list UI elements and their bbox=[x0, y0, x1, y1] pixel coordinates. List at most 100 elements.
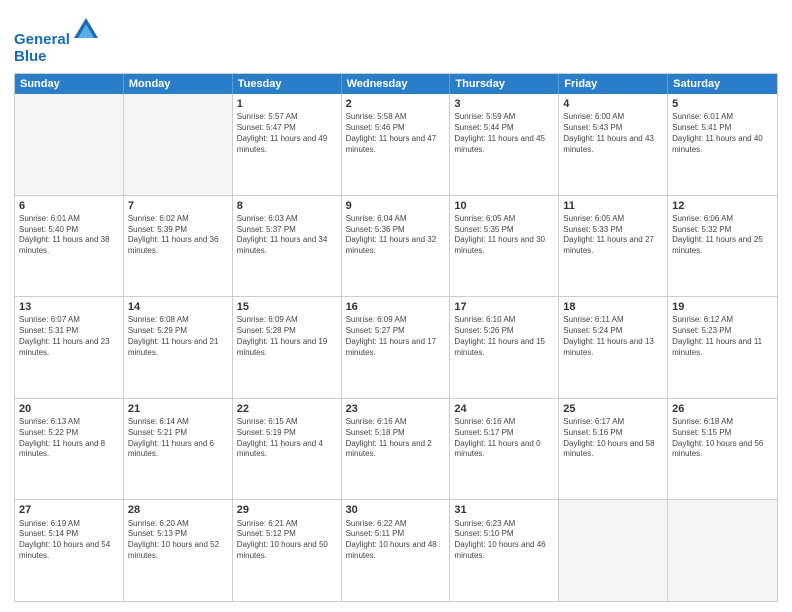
logo-general: General bbox=[14, 31, 70, 48]
day-info: Sunrise: 6:23 AM Sunset: 5:10 PM Dayligh… bbox=[454, 519, 554, 562]
day-number: 29 bbox=[237, 503, 337, 517]
calendar-cell: 27 Sunrise: 6:19 AM Sunset: 5:14 PM Dayli… bbox=[15, 500, 124, 601]
calendar-cell: 11Sunrise: 6:05 AM Sunset: 5:33 PM Dayli… bbox=[559, 196, 668, 297]
day-info: Sunrise: 6:01 AM Sunset: 5:40 PM Dayligh… bbox=[19, 214, 119, 257]
day-info: Sunrise: 6:21 AM Sunset: 5:12 PM Dayligh… bbox=[237, 519, 337, 562]
day-number: 27 bbox=[19, 503, 119, 517]
day-info: Sunrise: 5:58 AM Sunset: 5:46 PM Dayligh… bbox=[346, 112, 446, 155]
day-number: 25 bbox=[563, 402, 663, 416]
day-info: Sunrise: 6:16 AM Sunset: 5:18 PM Dayligh… bbox=[346, 417, 446, 460]
logo-icon bbox=[72, 16, 100, 44]
header-day-friday: Friday bbox=[559, 74, 668, 94]
day-info: Sunrise: 6:03 AM Sunset: 5:37 PM Dayligh… bbox=[237, 214, 337, 257]
day-number: 30 bbox=[346, 503, 446, 517]
day-number: 21 bbox=[128, 402, 228, 416]
calendar-cell: 14Sunrise: 6:08 AM Sunset: 5:29 PM Dayli… bbox=[124, 297, 233, 398]
header: General Blue bbox=[14, 12, 778, 65]
day-info: Sunrise: 6:07 AM Sunset: 5:31 PM Dayligh… bbox=[19, 315, 119, 358]
day-number: 19 bbox=[672, 300, 773, 314]
calendar-row-1: 1Sunrise: 5:57 AM Sunset: 5:47 PM Daylig… bbox=[15, 94, 777, 195]
day-info: Sunrise: 6:14 AM Sunset: 5:21 PM Dayligh… bbox=[128, 417, 228, 460]
calendar-cell: 19Sunrise: 6:12 AM Sunset: 5:23 PM Dayli… bbox=[668, 297, 777, 398]
calendar-header: SundayMondayTuesdayWednesdayThursdayFrid… bbox=[15, 74, 777, 94]
calendar-cell: 26Sunrise: 6:18 AM Sunset: 5:15 PM Dayli… bbox=[668, 399, 777, 500]
day-number: 12 bbox=[672, 199, 773, 213]
day-number: 22 bbox=[237, 402, 337, 416]
day-info: Sunrise: 6:05 AM Sunset: 5:33 PM Dayligh… bbox=[563, 214, 663, 257]
day-info: Sunrise: 6:10 AM Sunset: 5:26 PM Dayligh… bbox=[454, 315, 554, 358]
calendar-cell: 30 Sunrise: 6:22 AM Sunset: 5:11 PM Dayli… bbox=[342, 500, 451, 601]
day-number: 3 bbox=[454, 97, 554, 111]
calendar-row-5: 27 Sunrise: 6:19 AM Sunset: 5:14 PM Dayli… bbox=[15, 499, 777, 601]
logo-blue: Blue bbox=[14, 49, 100, 66]
day-info: Sunrise: 6:04 AM Sunset: 5:36 PM Dayligh… bbox=[346, 214, 446, 257]
calendar-cell: 20Sunrise: 6:13 AM Sunset: 5:22 PM Dayli… bbox=[15, 399, 124, 500]
day-info: Sunrise: 6:08 AM Sunset: 5:29 PM Dayligh… bbox=[128, 315, 228, 358]
day-number: 23 bbox=[346, 402, 446, 416]
calendar-cell: 31 Sunrise: 6:23 AM Sunset: 5:10 PM Dayli… bbox=[450, 500, 559, 601]
day-info: Sunrise: 6:12 AM Sunset: 5:23 PM Dayligh… bbox=[672, 315, 773, 358]
day-info: Sunrise: 6:09 AM Sunset: 5:27 PM Dayligh… bbox=[346, 315, 446, 358]
page: General Blue SundayMondayTuesdayWednesda… bbox=[0, 0, 792, 612]
day-number: 9 bbox=[346, 199, 446, 213]
day-info: Sunrise: 6:22 AM Sunset: 5:11 PM Dayligh… bbox=[346, 519, 446, 562]
day-info: Sunrise: 6:16 AM Sunset: 5:17 PM Dayligh… bbox=[454, 417, 554, 460]
day-number: 11 bbox=[563, 199, 663, 213]
day-number: 18 bbox=[563, 300, 663, 314]
calendar-row-4: 20Sunrise: 6:13 AM Sunset: 5:22 PM Dayli… bbox=[15, 398, 777, 500]
day-number: 31 bbox=[454, 503, 554, 517]
day-info: Sunrise: 6:09 AM Sunset: 5:28 PM Dayligh… bbox=[237, 315, 337, 358]
day-info: Sunrise: 6:13 AM Sunset: 5:22 PM Dayligh… bbox=[19, 417, 119, 460]
day-number: 2 bbox=[346, 97, 446, 111]
logo: General Blue bbox=[14, 16, 100, 65]
calendar-cell: 13Sunrise: 6:07 AM Sunset: 5:31 PM Dayli… bbox=[15, 297, 124, 398]
day-info: Sunrise: 6:06 AM Sunset: 5:32 PM Dayligh… bbox=[672, 214, 773, 257]
header-day-saturday: Saturday bbox=[668, 74, 777, 94]
day-info: Sunrise: 6:11 AM Sunset: 5:24 PM Dayligh… bbox=[563, 315, 663, 358]
logo-text: General bbox=[14, 16, 100, 49]
day-number: 7 bbox=[128, 199, 228, 213]
day-number: 1 bbox=[237, 97, 337, 111]
day-info: Sunrise: 6:20 AM Sunset: 5:13 PM Dayligh… bbox=[128, 519, 228, 562]
calendar-row-2: 6Sunrise: 6:01 AM Sunset: 5:40 PM Daylig… bbox=[15, 195, 777, 297]
day-number: 8 bbox=[237, 199, 337, 213]
day-info: Sunrise: 6:19 AM Sunset: 5:14 PM Dayligh… bbox=[19, 519, 119, 562]
calendar-cell: 12Sunrise: 6:06 AM Sunset: 5:32 PM Dayli… bbox=[668, 196, 777, 297]
calendar-cell: 10Sunrise: 6:05 AM Sunset: 5:35 PM Dayli… bbox=[450, 196, 559, 297]
day-info: Sunrise: 6:18 AM Sunset: 5:15 PM Dayligh… bbox=[672, 417, 773, 460]
calendar-cell: 2Sunrise: 5:58 AM Sunset: 5:46 PM Daylig… bbox=[342, 94, 451, 195]
header-day-sunday: Sunday bbox=[15, 74, 124, 94]
calendar-row-3: 13Sunrise: 6:07 AM Sunset: 5:31 PM Dayli… bbox=[15, 296, 777, 398]
calendar-cell: 22Sunrise: 6:15 AM Sunset: 5:19 PM Dayli… bbox=[233, 399, 342, 500]
day-info: Sunrise: 6:01 AM Sunset: 5:41 PM Dayligh… bbox=[672, 112, 773, 155]
day-info: Sunrise: 6:15 AM Sunset: 5:19 PM Dayligh… bbox=[237, 417, 337, 460]
calendar-cell: 17Sunrise: 6:10 AM Sunset: 5:26 PM Dayli… bbox=[450, 297, 559, 398]
day-number: 20 bbox=[19, 402, 119, 416]
day-info: Sunrise: 6:05 AM Sunset: 5:35 PM Dayligh… bbox=[454, 214, 554, 257]
calendar-cell bbox=[559, 500, 668, 601]
day-number: 24 bbox=[454, 402, 554, 416]
calendar-cell: 15Sunrise: 6:09 AM Sunset: 5:28 PM Dayli… bbox=[233, 297, 342, 398]
calendar-cell: 9Sunrise: 6:04 AM Sunset: 5:36 PM Daylig… bbox=[342, 196, 451, 297]
calendar: SundayMondayTuesdayWednesdayThursdayFrid… bbox=[14, 73, 778, 602]
day-number: 28 bbox=[128, 503, 228, 517]
calendar-cell: 4Sunrise: 6:00 AM Sunset: 5:43 PM Daylig… bbox=[559, 94, 668, 195]
calendar-cell: 7Sunrise: 6:02 AM Sunset: 5:39 PM Daylig… bbox=[124, 196, 233, 297]
day-number: 4 bbox=[563, 97, 663, 111]
calendar-cell: 25Sunrise: 6:17 AM Sunset: 5:16 PM Dayli… bbox=[559, 399, 668, 500]
day-number: 15 bbox=[237, 300, 337, 314]
day-number: 5 bbox=[672, 97, 773, 111]
day-number: 13 bbox=[19, 300, 119, 314]
day-number: 16 bbox=[346, 300, 446, 314]
day-info: Sunrise: 5:59 AM Sunset: 5:44 PM Dayligh… bbox=[454, 112, 554, 155]
header-day-monday: Monday bbox=[124, 74, 233, 94]
calendar-cell bbox=[124, 94, 233, 195]
day-number: 17 bbox=[454, 300, 554, 314]
calendar-cell: 28 Sunrise: 6:20 AM Sunset: 5:13 PM Dayli… bbox=[124, 500, 233, 601]
day-number: 6 bbox=[19, 199, 119, 213]
calendar-cell: 3Sunrise: 5:59 AM Sunset: 5:44 PM Daylig… bbox=[450, 94, 559, 195]
header-day-wednesday: Wednesday bbox=[342, 74, 451, 94]
day-info: Sunrise: 6:17 AM Sunset: 5:16 PM Dayligh… bbox=[563, 417, 663, 460]
calendar-cell: 5Sunrise: 6:01 AM Sunset: 5:41 PM Daylig… bbox=[668, 94, 777, 195]
calendar-body: 1Sunrise: 5:57 AM Sunset: 5:47 PM Daylig… bbox=[15, 94, 777, 601]
